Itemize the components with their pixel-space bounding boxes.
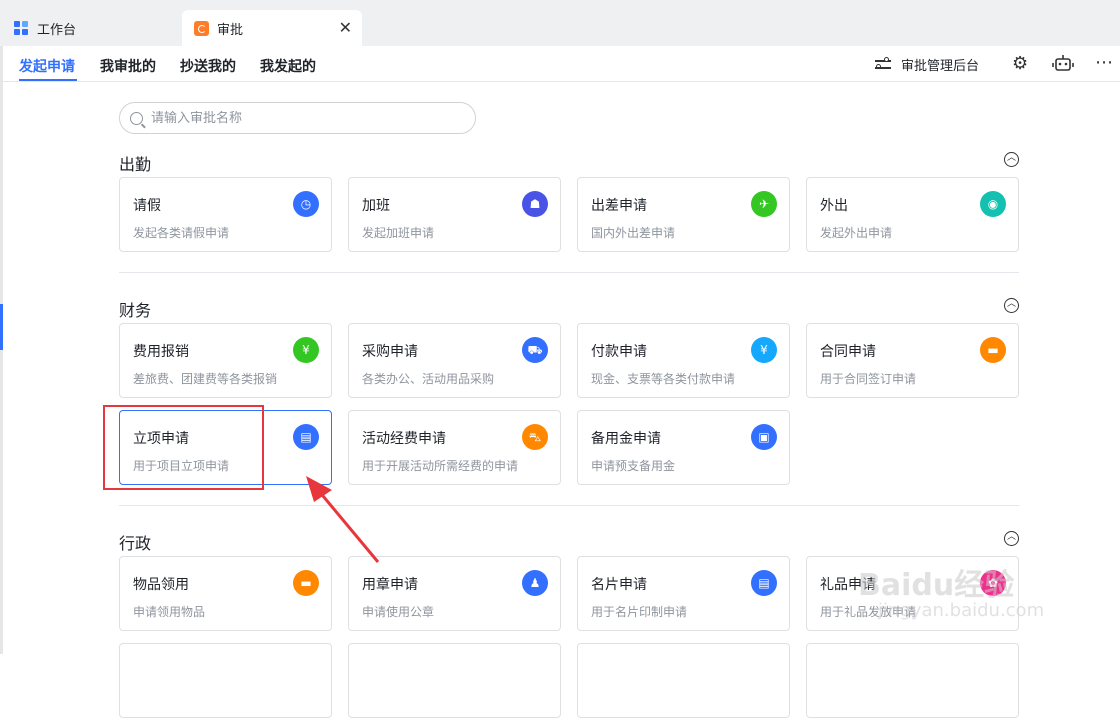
card-partial[interactable] [119,643,332,718]
card-partial[interactable] [806,643,1019,718]
baidu-watermark: Baidu经验 jingyan.baidu.com [858,560,1098,650]
card-partial[interactable] [577,643,790,718]
watermark-url: jingyan.baidu.com [878,600,1045,621]
annotation-arrow [306,476,380,563]
card-partial[interactable] [348,643,561,718]
watermark-brand: Baidu经验 [858,568,1015,603]
